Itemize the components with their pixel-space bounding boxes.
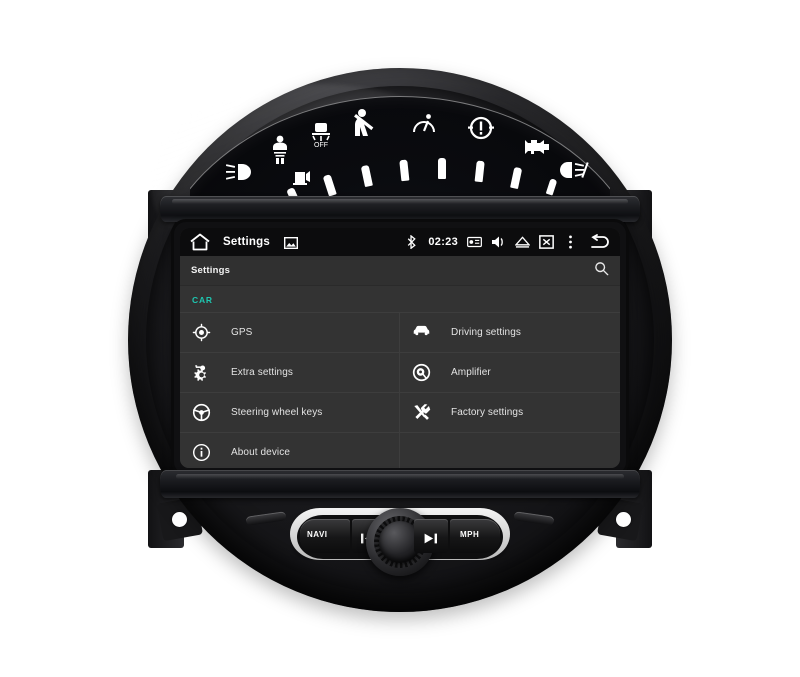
navi-button-label: NAVI (307, 530, 328, 539)
more-vertical-icon[interactable] (563, 235, 578, 249)
settings-item-label: About device (231, 447, 291, 458)
status-bar-title: Settings (223, 236, 270, 248)
speedometer-ticks (190, 96, 610, 208)
settings-grid: GPS Driving settings Extra settings Ampl… (180, 312, 620, 468)
settings-item-factory-settings[interactable]: Factory settings (400, 392, 620, 432)
status-bar: Settings 02:23 (180, 228, 620, 256)
screen-off-icon[interactable] (539, 235, 554, 249)
settings-item-driving-settings[interactable]: Driving settings (400, 312, 620, 352)
settings-item-label: Extra settings (231, 367, 293, 378)
settings-item-steering-wheel-keys[interactable]: Steering wheel keys (180, 392, 400, 432)
settings-content: CAR GPS Driving settings Extra settings … (180, 286, 620, 468)
search-icon[interactable] (594, 261, 609, 281)
skip-next-icon (424, 531, 437, 549)
volume-icon[interactable] (491, 235, 506, 249)
android-screen: Settings 02:23 Settings CAR GPS Driving … (180, 228, 620, 468)
control-panel: NAVI MPH (290, 508, 510, 576)
radio-icon[interactable] (467, 235, 482, 249)
mount-screw-right (616, 512, 631, 527)
gps-target-icon (192, 323, 211, 342)
wrench-screwdriver-icon (412, 403, 431, 422)
bluetooth-icon[interactable] (404, 235, 419, 249)
home-icon[interactable] (189, 232, 211, 252)
instrument-cluster: OFF (190, 96, 610, 208)
page-title: Settings (191, 265, 231, 276)
settings-item-label: Amplifier (451, 367, 491, 378)
amplifier-speaker-icon (412, 363, 431, 382)
settings-item-label: Driving settings (451, 327, 521, 338)
mph-button-label: MPH (460, 530, 480, 539)
settings-grid-empty-cell (400, 432, 620, 468)
screen-bottom-trim (160, 470, 640, 498)
settings-item-label: GPS (231, 327, 253, 338)
settings-item-gps[interactable]: GPS (180, 312, 400, 352)
eject-icon[interactable] (515, 235, 530, 249)
back-arrow-icon[interactable] (589, 234, 611, 250)
mount-screw-left (172, 512, 187, 527)
status-bar-clock: 02:23 (428, 236, 458, 248)
settings-item-label: Steering wheel keys (231, 407, 323, 418)
info-circle-icon (192, 443, 211, 462)
extra-settings-gear-icon (192, 363, 211, 382)
screen-top-trim (160, 196, 640, 222)
category-label-car: CAR (192, 295, 213, 305)
settings-item-amplifier[interactable]: Amplifier (400, 352, 620, 392)
settings-item-about-device[interactable]: About device (180, 432, 400, 468)
page-title-bar: Settings (180, 256, 620, 286)
screenshot-root: OFF Settings 02:23 Settings CAR GPS Driv… (0, 0, 800, 677)
settings-item-extra-settings[interactable]: Extra settings (180, 352, 400, 392)
steering-wheel-icon (192, 403, 211, 422)
picture-icon[interactable] (283, 236, 298, 250)
settings-item-label: Factory settings (451, 407, 524, 418)
car-icon (412, 323, 431, 342)
